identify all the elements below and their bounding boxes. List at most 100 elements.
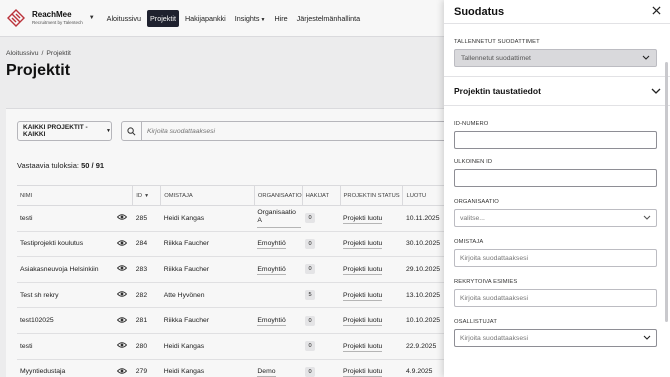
nav-item-hire[interactable]: Hire xyxy=(271,10,290,27)
organisation-select[interactable]: valitse... xyxy=(454,209,657,227)
close-icon[interactable] xyxy=(652,6,661,17)
saved-filters-value: Tallennetut suodattimet xyxy=(461,54,531,62)
recruiting-manager-select[interactable]: Kirjoita suodattaaksesi xyxy=(454,289,657,307)
participants-label: OSALLISTUJAT xyxy=(454,319,497,325)
organisation-label: ORGANISAATIO xyxy=(454,199,499,205)
external-id-input[interactable] xyxy=(454,169,657,187)
table-row[interactable]: Testiprojekti koulutus 284 Riikka Fauche… xyxy=(17,231,444,258)
applicants-badge[interactable]: 0 xyxy=(305,264,316,275)
project-name-cell[interactable]: Testiprojekti koulutus xyxy=(17,231,133,258)
project-name-cell[interactable]: Test sh rekry xyxy=(17,282,133,309)
status-cell: Projekti luotu xyxy=(340,333,403,360)
nav-item-projektit[interactable]: Projektit xyxy=(147,9,179,27)
id-number-input[interactable] xyxy=(454,131,657,149)
eye-icon[interactable] xyxy=(116,214,127,223)
project-name[interactable]: Myyntiedustaja xyxy=(20,368,65,375)
applicants-badge[interactable]: 0 xyxy=(305,341,316,352)
search-input[interactable] xyxy=(142,127,442,135)
saved-filters-select[interactable]: Tallennetut suodattimet xyxy=(454,49,657,67)
project-id: 285 xyxy=(132,205,161,232)
status-cell: Projekti luotu xyxy=(340,256,403,283)
filter-panel: Suodatus TALLENNETUT SUODATTIMET Tallenn… xyxy=(444,0,670,377)
table-row[interactable]: Test sh rekry 282 Atte Hyvönen 5 Projekt… xyxy=(17,282,444,309)
project-status[interactable]: Projekti luotu xyxy=(343,317,383,327)
project-id: 282 xyxy=(132,282,161,309)
project-created: 4.9.2025 xyxy=(402,359,444,377)
applicants-badge[interactable]: 0 xyxy=(305,315,316,326)
project-name-cell[interactable]: test102025 xyxy=(17,307,133,334)
applicants-badge[interactable]: 0 xyxy=(305,238,316,249)
section-project-details-toggle[interactable]: Projektin taustatiedot xyxy=(444,76,670,106)
eye-icon[interactable] xyxy=(116,367,127,376)
project-filter-dropdown[interactable]: KAIKKI PROJEKTIT - KAIKKI ▼ xyxy=(17,121,112,141)
applicants-badge[interactable]: 0 xyxy=(305,366,316,377)
project-status[interactable]: Projekti luotu xyxy=(343,240,383,250)
chevron-down-icon[interactable]: ▼ xyxy=(89,15,95,21)
panel-scrollbar[interactable] xyxy=(665,62,668,322)
nav-item-insights[interactable]: Insights▼ xyxy=(232,10,269,27)
project-organisation[interactable]: Emoyhtiö xyxy=(257,265,286,275)
column-header-name[interactable]: NIMI xyxy=(17,185,134,206)
eye-icon[interactable] xyxy=(116,342,127,351)
breadcrumb-link-home[interactable]: Aloitussivu xyxy=(6,50,39,57)
table-row[interactable]: testi 285 Heidi Kangas Organisaatio A 0 … xyxy=(17,205,444,232)
search-icon[interactable] xyxy=(122,122,142,140)
nav-item-jarjestelmanhallinta[interactable]: Järjestelmänhallinta xyxy=(294,10,364,27)
project-name[interactable]: testi xyxy=(20,215,32,222)
eye-icon[interactable] xyxy=(116,265,127,274)
project-name[interactable]: Test sh rekry xyxy=(20,292,59,299)
column-header-organisation[interactable]: ORGANISAATIO xyxy=(254,185,303,206)
project-name[interactable]: testi xyxy=(20,343,32,350)
applicants-badge[interactable]: 0 xyxy=(305,213,316,224)
project-name-cell[interactable]: Asiakasneuvoja Helsinkiin xyxy=(17,256,133,283)
project-organisation-cell: Emoyhtiö xyxy=(254,256,303,283)
table-row[interactable]: Asiakasneuvoja Helsinkiin 283 Riikka Fau… xyxy=(17,256,444,283)
participants-placeholder: Kirjoita suodattaaksesi xyxy=(460,334,529,342)
project-name[interactable]: Testiprojekti koulutus xyxy=(20,240,83,247)
project-organisation-cell xyxy=(254,333,303,360)
table-row[interactable]: Myyntiedustaja 279 Heidi Kangas Demo 0 P… xyxy=(17,359,444,377)
project-organisation-cell: Demo xyxy=(254,359,303,377)
applicants-cell: 0 xyxy=(302,256,341,283)
column-header-owner[interactable]: OMISTAJA xyxy=(160,185,255,206)
nav-item-hakijapankki[interactable]: Hakijapankki xyxy=(182,10,229,27)
project-status[interactable]: Projekti luotu xyxy=(343,265,383,275)
project-organisation[interactable]: Emoyhtiö xyxy=(257,317,286,327)
eye-icon[interactable] xyxy=(116,316,127,325)
column-header-applicants[interactable]: HAKIJAT xyxy=(302,185,341,206)
owner-select[interactable]: Kirjoita suodattaaksesi xyxy=(454,249,657,267)
project-name[interactable]: Asiakasneuvoja Helsinkiin xyxy=(20,266,99,273)
page-title: Projektit xyxy=(6,62,71,79)
column-header-id[interactable]: ID ▼ xyxy=(132,185,162,206)
project-status[interactable]: Projekti luotu xyxy=(343,214,383,224)
project-organisation-cell xyxy=(254,282,303,309)
project-organisation[interactable]: Emoyhtiö xyxy=(257,240,286,250)
eye-icon[interactable] xyxy=(116,239,127,248)
column-header-status[interactable]: PROJEKTIN STATUS xyxy=(340,185,404,206)
project-name-cell[interactable]: testi xyxy=(17,205,133,232)
column-header-created[interactable]: LUOTU xyxy=(402,185,444,206)
project-organisation[interactable]: Demo xyxy=(257,368,276,377)
breadcrumb-separator: / xyxy=(41,50,44,57)
project-status[interactable]: Projekti luotu xyxy=(343,342,383,352)
table-row[interactable]: testi 280 Heidi Kangas 0 Projekti luotu … xyxy=(17,333,444,360)
project-name[interactable]: test102025 xyxy=(20,317,54,324)
project-status[interactable]: Projekti luotu xyxy=(343,368,383,377)
saved-filters-label: TALLENNETUT SUODATTIMET xyxy=(454,39,540,45)
project-status[interactable]: Projekti luotu xyxy=(343,291,383,301)
project-organisation[interactable]: Organisaatio A xyxy=(257,209,302,228)
eye-icon[interactable] xyxy=(116,291,127,300)
id-number-label: ID-NUMERO xyxy=(454,121,489,127)
project-owner: Atte Hyvönen xyxy=(160,282,255,309)
app-logo[interactable]: ReachMee Recruitment by Talentech ▼ xyxy=(6,8,95,28)
nav-item-aloitussivu[interactable]: Aloitussivu xyxy=(104,10,144,27)
applicants-cell: 5 xyxy=(302,282,341,309)
project-name-cell[interactable]: testi xyxy=(17,333,133,360)
participants-select[interactable]: Kirjoita suodattaaksesi xyxy=(454,329,657,347)
top-navigation: ReachMee Recruitment by Talentech ▼ Aloi… xyxy=(0,0,444,37)
applicants-badge[interactable]: 5 xyxy=(305,290,316,301)
chevron-down-icon: ▼ xyxy=(106,128,111,134)
project-name-cell[interactable]: Myyntiedustaja xyxy=(17,359,133,377)
table-row[interactable]: test102025 281 Riikka Faucher Emoyhtiö 0… xyxy=(17,307,444,334)
project-organisation-cell: Emoyhtiö xyxy=(254,307,303,334)
